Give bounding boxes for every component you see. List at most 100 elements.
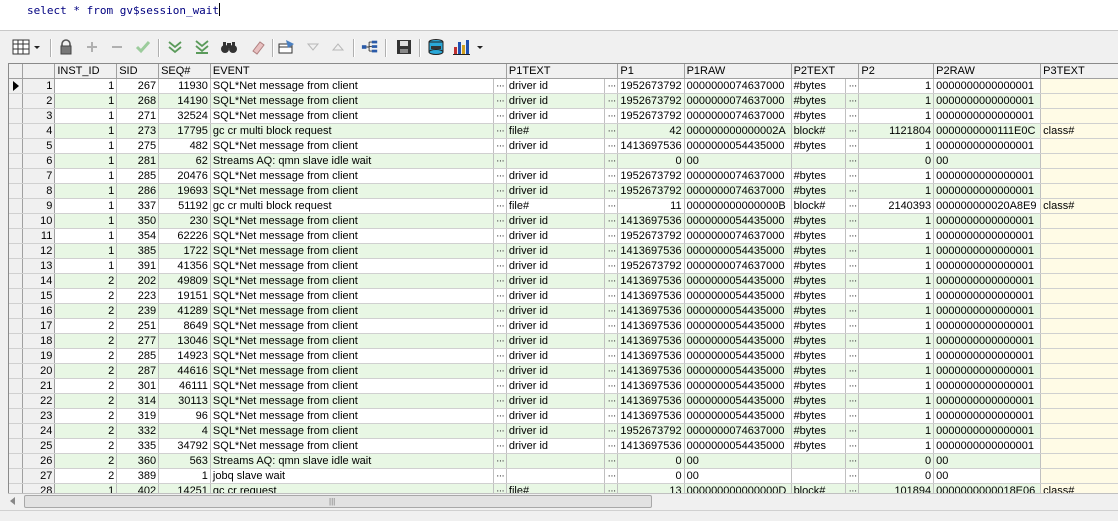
cell-p2raw[interactable]: 0000000000000001	[933, 408, 1042, 424]
cell-event[interactable]: Streams AQ: qmn slave idle wait	[210, 153, 494, 169]
cell-inst-id[interactable]: 1	[54, 243, 118, 259]
cell-inst-id[interactable]: 1	[54, 78, 118, 94]
cell-p3text[interactable]	[1040, 348, 1118, 364]
cell-ellipsis-button[interactable]: ···	[604, 93, 619, 109]
cell-ellipsis-button[interactable]: ···	[604, 78, 619, 94]
cell-p1raw[interactable]: 000000000000002A	[684, 123, 792, 139]
column-header-inst-id[interactable]: INST_ID	[54, 64, 118, 79]
find-icon[interactable]	[220, 38, 238, 56]
column-header-event[interactable]: EVENT	[210, 64, 507, 79]
cell-sid[interactable]: 314	[116, 393, 160, 409]
cell-inst-id[interactable]: 1	[54, 228, 118, 244]
row-indicator[interactable]	[9, 348, 24, 364]
cell-p2raw[interactable]: 0000000000000001	[933, 243, 1042, 259]
sql-editor[interactable]: select * from gv$session_wait	[0, 0, 1118, 31]
cell-ellipsis-button[interactable]: ···	[604, 288, 619, 304]
cell-ellipsis-button[interactable]: ···	[845, 258, 860, 274]
cell-p1[interactable]: 11	[617, 198, 685, 214]
cell-p3text[interactable]	[1040, 168, 1118, 184]
cell-p1[interactable]: 1413697536	[617, 213, 685, 229]
cell-inst-id[interactable]: 2	[54, 438, 118, 454]
cell-ellipsis-button[interactable]: ···	[845, 213, 860, 229]
cell-seq[interactable]: 17795	[158, 123, 211, 139]
cell-p1text[interactable]: driver id	[506, 378, 606, 394]
cell-p1[interactable]: 0	[617, 153, 685, 169]
cell-p3text[interactable]	[1040, 273, 1118, 289]
cell-p1raw[interactable]: 0000000054435000	[684, 138, 792, 154]
row-indicator[interactable]	[9, 93, 24, 109]
cell-event[interactable]: gc cr multi block request	[210, 123, 494, 139]
cell-event[interactable]: Streams AQ: qmn slave idle wait	[210, 453, 494, 469]
cell-p1raw[interactable]: 00	[684, 453, 792, 469]
cell-p1[interactable]: 1952673792	[617, 228, 685, 244]
cell-seq[interactable]: 14190	[158, 93, 211, 109]
cell-p1raw[interactable]: 00	[684, 153, 792, 169]
row-number[interactable]: 4	[22, 123, 56, 139]
cell-p2[interactable]: 1	[858, 243, 935, 259]
cell-p2text[interactable]: #bytes	[791, 78, 847, 94]
cell-inst-id[interactable]: 2	[54, 363, 118, 379]
cell-p1raw[interactable]: 0000000074637000	[684, 183, 792, 199]
cell-inst-id[interactable]: 2	[54, 348, 118, 364]
cell-ellipsis-button[interactable]: ···	[604, 183, 619, 199]
cell-p2raw[interactable]: 0000000000000001	[933, 213, 1042, 229]
row-number[interactable]: 13	[22, 258, 56, 274]
table-row[interactable]: 3 1 271 32524 SQL*Net message from client ···…	[9, 108, 1118, 124]
cell-ellipsis-button[interactable]: ···	[493, 333, 507, 349]
cell-p1text[interactable]: driver id	[506, 183, 606, 199]
cell-p2[interactable]: 1	[858, 378, 935, 394]
table-row[interactable]: 4 1 273 17795 gc cr multi block request ··· fi…	[9, 123, 1118, 139]
cell-ellipsis-button[interactable]: ···	[845, 408, 860, 424]
cell-event[interactable]: SQL*Net message from client	[210, 408, 494, 424]
cell-seq[interactable]: 51192	[158, 198, 211, 214]
cell-seq[interactable]: 96	[158, 408, 211, 424]
cell-inst-id[interactable]: 2	[54, 408, 118, 424]
cell-p2text[interactable]: #bytes	[791, 168, 847, 184]
cell-event[interactable]: gc cr multi block request	[210, 198, 494, 214]
cell-p1text[interactable]: driver id	[506, 438, 606, 454]
cell-p2[interactable]: 1	[858, 408, 935, 424]
row-number[interactable]: 15	[22, 288, 56, 304]
cell-p1[interactable]: 1952673792	[617, 168, 685, 184]
cell-p1raw[interactable]: 0000000054435000	[684, 408, 792, 424]
cell-seq[interactable]: 62226	[158, 228, 211, 244]
table-row[interactable]: 22 2 314 30113 SQL*Net message from client ··…	[9, 393, 1118, 409]
cell-ellipsis-button[interactable]: ···	[604, 333, 619, 349]
cell-sid[interactable]: 223	[116, 288, 160, 304]
cell-sid[interactable]: 385	[116, 243, 160, 259]
cell-p1raw[interactable]: 0000000054435000	[684, 273, 792, 289]
column-header-p1text[interactable]: P1TEXT	[506, 64, 619, 79]
column-header-p3text[interactable]: P3TEXT	[1040, 64, 1118, 79]
cell-ellipsis-button[interactable]: ···	[845, 123, 860, 139]
table-row[interactable]: 27 2 389 1 jobq slave wait ··· ··· 0 00 ··· 0 00	[9, 468, 1118, 484]
cell-ellipsis-button[interactable]: ···	[604, 408, 619, 424]
table-row[interactable]: 7 1 285 20476 SQL*Net message from client ···…	[9, 168, 1118, 184]
cell-ellipsis-button[interactable]: ···	[845, 138, 860, 154]
cell-sid[interactable]: 271	[116, 108, 160, 124]
cell-ellipsis-button[interactable]: ···	[493, 258, 507, 274]
row-number[interactable]: 8	[22, 183, 56, 199]
export-icon[interactable]	[427, 38, 445, 56]
cell-p1[interactable]: 1952673792	[617, 423, 685, 439]
cell-inst-id[interactable]: 1	[54, 153, 118, 169]
row-number[interactable]: 11	[22, 228, 56, 244]
cell-p2[interactable]: 1	[858, 273, 935, 289]
cell-p1raw[interactable]: 0000000074637000	[684, 423, 792, 439]
cell-event[interactable]: SQL*Net message from client	[210, 243, 494, 259]
cell-seq[interactable]: 49809	[158, 273, 211, 289]
cell-ellipsis-button[interactable]: ···	[845, 333, 860, 349]
cell-p3text[interactable]	[1040, 393, 1118, 409]
cell-ellipsis-button[interactable]: ···	[493, 348, 507, 364]
cell-seq[interactable]: 1	[158, 468, 211, 484]
cell-ellipsis-button[interactable]: ···	[493, 198, 507, 214]
cell-p2text[interactable]: #bytes	[791, 228, 847, 244]
cell-p1[interactable]: 1413697536	[617, 138, 685, 154]
cell-sid[interactable]: 389	[116, 468, 160, 484]
cell-inst-id[interactable]: 1	[54, 213, 118, 229]
cell-sid[interactable]: 273	[116, 123, 160, 139]
cell-ellipsis-button[interactable]: ···	[845, 303, 860, 319]
table-row[interactable]: 25 2 335 34792 SQL*Net message from client ··…	[9, 438, 1118, 454]
cell-event[interactable]: SQL*Net message from client	[210, 348, 494, 364]
table-row[interactable]: 17 2 251 8649 SQL*Net message from client ···…	[9, 318, 1118, 334]
cell-event[interactable]: SQL*Net message from client	[210, 258, 494, 274]
